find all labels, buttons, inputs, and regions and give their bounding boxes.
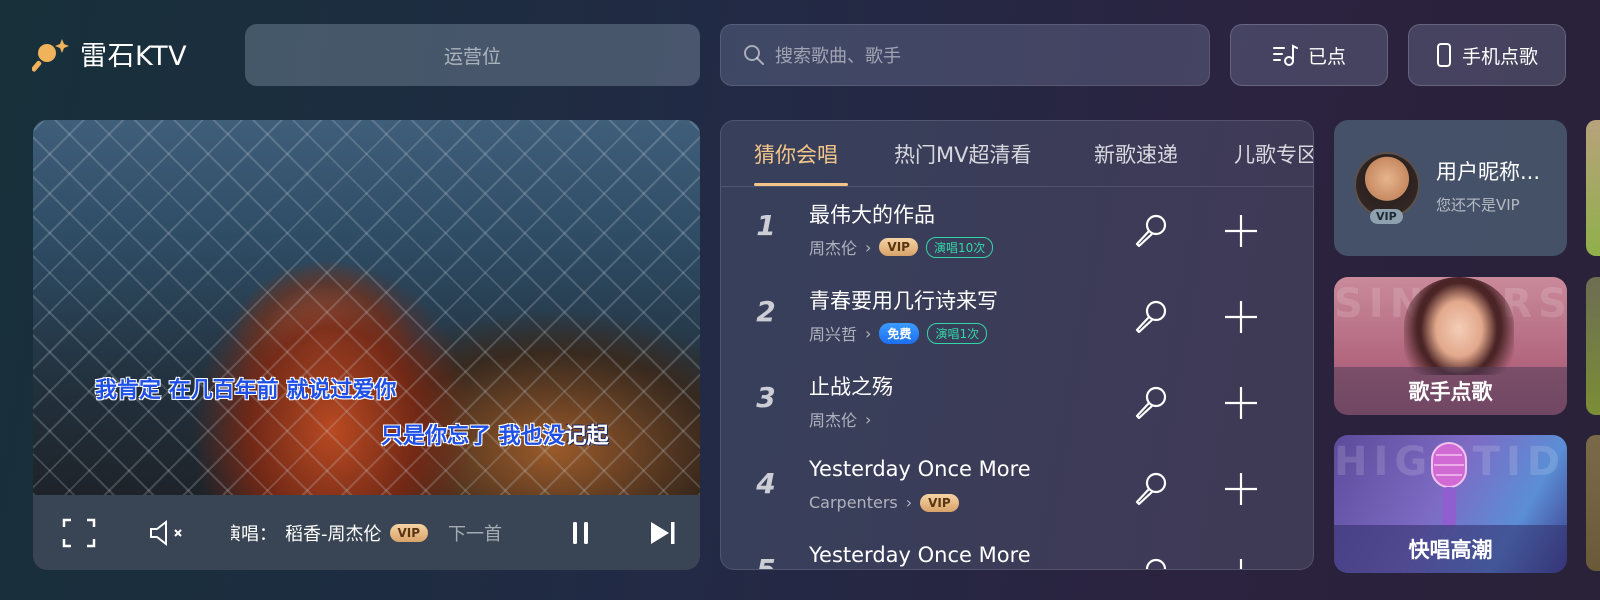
ordered-songs-label: 已点: [1307, 45, 1346, 68]
sing-mic-button[interactable]: [1131, 469, 1171, 509]
user-nickname: 用户昵称...: [1436, 160, 1541, 184]
ordered-songs-button[interactable]: 已点: [1230, 24, 1388, 86]
sing-mic-button[interactable]: [1131, 555, 1171, 570]
song-rank: 3: [756, 381, 776, 414]
song-title: Yesterday Once More: [809, 543, 1031, 567]
add-to-queue-button[interactable]: [1221, 297, 1261, 337]
mute-button[interactable]: [148, 515, 192, 551]
user-profile-card[interactable]: VIP 用户昵称... 您还不是VIP: [1334, 120, 1567, 256]
sing-mic-button[interactable]: [1131, 297, 1171, 337]
offscreen-card[interactable]: [1586, 435, 1600, 571]
vip-badge: VIP: [879, 238, 918, 256]
sing-count-badge: 演唱1次: [927, 322, 988, 344]
pause-button[interactable]: [563, 515, 599, 551]
add-to-queue-button[interactable]: [1221, 555, 1261, 570]
fullscreen-icon: [62, 518, 96, 548]
active-tab-indicator: [754, 183, 848, 186]
song-tabs: 猜你会唱 热门MV超清看 新歌速递 儿歌专区: [721, 121, 1313, 187]
microphone-icon: [1431, 442, 1467, 527]
add-to-queue-button[interactable]: [1221, 211, 1261, 251]
mic-logo-icon: [32, 38, 69, 72]
song-meta: Carpenters › VIP: [809, 493, 959, 512]
lyric-line-2-rest: 记起: [564, 424, 609, 449]
chevron-right-icon: ›: [865, 237, 872, 257]
song-list-panel: 猜你会唱 热门MV超清看 新歌速递 儿歌专区 1 最伟大的作品 周杰伦 › VI…: [720, 120, 1314, 570]
video-player[interactable]: 我肯定 在几百年前 就说过爱你 只是你忘了 我也没记起 演唱： 稻香-周杰伦 V…: [33, 120, 700, 570]
avatar-vip-badge: VIP: [1370, 209, 1403, 224]
song-rank: 2: [756, 295, 776, 328]
lyric-line-2-sung: 只是你忘了 我也没: [381, 424, 565, 449]
song-row[interactable]: 2 青春要用几行诗来写 周兴哲 › 免费 演唱1次: [721, 273, 1313, 359]
tab-guess-you-can-sing[interactable]: 猜你会唱: [754, 139, 838, 169]
next-track-button[interactable]: [645, 515, 681, 551]
app-logo: 雷石KTV: [32, 34, 187, 73]
now-playing-marquee: 演唱： 稻香-周杰伦 VIP 下一首: [231, 495, 531, 570]
now-playing-prefix: 演唱：: [231, 523, 277, 545]
offscreen-card[interactable]: [1586, 120, 1600, 256]
tab-hot-mv[interactable]: 热门MV超清看: [894, 139, 1031, 169]
now-playing-vip-badge: VIP: [389, 523, 429, 542]
skip-next-icon: [651, 522, 675, 544]
vip-badge: VIP: [920, 493, 959, 512]
free-badge: 免费: [879, 322, 920, 344]
song-title: 青春要用几行诗来写: [809, 289, 998, 313]
next-song-label: 下一首: [448, 523, 503, 545]
chevron-right-icon: ›: [865, 323, 872, 343]
song-meta: 周杰伦 › VIP 演唱10次: [809, 235, 994, 259]
sing-count-badge: 演唱10次: [925, 236, 994, 258]
pause-icon: [573, 522, 588, 544]
sing-mic-button[interactable]: [1131, 211, 1171, 251]
add-to-queue-button[interactable]: [1221, 469, 1261, 509]
song-title: Yesterday Once More: [809, 457, 1031, 481]
offscreen-card[interactable]: [1586, 277, 1600, 415]
app-name: 雷石KTV: [80, 41, 188, 72]
song-rank: 1: [756, 209, 776, 242]
song-row[interactable]: 4 Yesterday Once More Carpenters › VIP: [721, 445, 1313, 531]
singer-search-card[interactable]: SINGERS 歌手点歌: [1334, 277, 1567, 415]
quick-chorus-label: 快唱高潮: [1334, 525, 1567, 573]
now-playing-song: 稻香-周杰伦: [285, 523, 382, 545]
tab-kids-songs[interactable]: 儿歌专区: [1234, 139, 1313, 169]
fullscreen-button[interactable]: [61, 515, 97, 551]
phone-order-label: 手机点歌: [1461, 45, 1538, 68]
phone-order-button[interactable]: 手机点歌: [1408, 24, 1566, 86]
lyric-line-2: 只是你忘了 我也没记起: [381, 418, 609, 450]
song-row[interactable]: 3 止战之殇 周杰伦 ›: [721, 359, 1313, 445]
tab-new-songs[interactable]: 新歌速递: [1094, 139, 1178, 169]
promo-slot[interactable]: 运营位: [245, 24, 700, 86]
promo-slot-label: 运营位: [443, 45, 501, 68]
song-artist[interactable]: 周杰伦: [809, 235, 857, 259]
search-icon: [744, 45, 764, 65]
song-row[interactable]: 5 Yesterday Once More: [721, 531, 1313, 570]
song-artist[interactable]: 周兴哲: [809, 321, 857, 345]
vip-status-text: 您还不是VIP: [1436, 196, 1520, 214]
sing-mic-button[interactable]: [1131, 383, 1171, 423]
singer-search-label: 歌手点歌: [1334, 367, 1567, 415]
chevron-right-icon: ›: [905, 493, 913, 512]
song-artist[interactable]: 周杰伦: [809, 407, 857, 431]
song-title: 最伟大的作品: [809, 203, 935, 227]
song-meta: 周兴哲 › 免费 演唱1次: [809, 321, 988, 345]
playlist-icon: [1272, 44, 1298, 66]
search-input[interactable]: 搜索歌曲、歌手: [720, 24, 1210, 86]
song-artist[interactable]: Carpenters: [809, 493, 898, 512]
phone-icon: [1436, 43, 1451, 67]
song-rank: 4: [756, 467, 776, 500]
singer-portrait: [1404, 277, 1514, 375]
song-title: 止战之殇: [809, 375, 893, 399]
song-row[interactable]: 1 最伟大的作品 周杰伦 › VIP 演唱10次: [721, 187, 1313, 273]
player-controls: 演唱： 稻香-周杰伦 VIP 下一首: [33, 495, 700, 570]
song-meta: 周杰伦 ›: [809, 407, 871, 431]
volume-muted-icon: [150, 519, 182, 547]
song-rank: 5: [756, 553, 776, 570]
lyric-line-1: 我肯定 在几百年前 就说过爱你: [95, 378, 397, 403]
quick-chorus-card[interactable]: HIGHTIDE 快唱高潮: [1334, 435, 1567, 573]
chevron-right-icon: ›: [865, 409, 872, 429]
search-placeholder: 搜索歌曲、歌手: [775, 46, 901, 67]
add-to-queue-button[interactable]: [1221, 383, 1261, 423]
